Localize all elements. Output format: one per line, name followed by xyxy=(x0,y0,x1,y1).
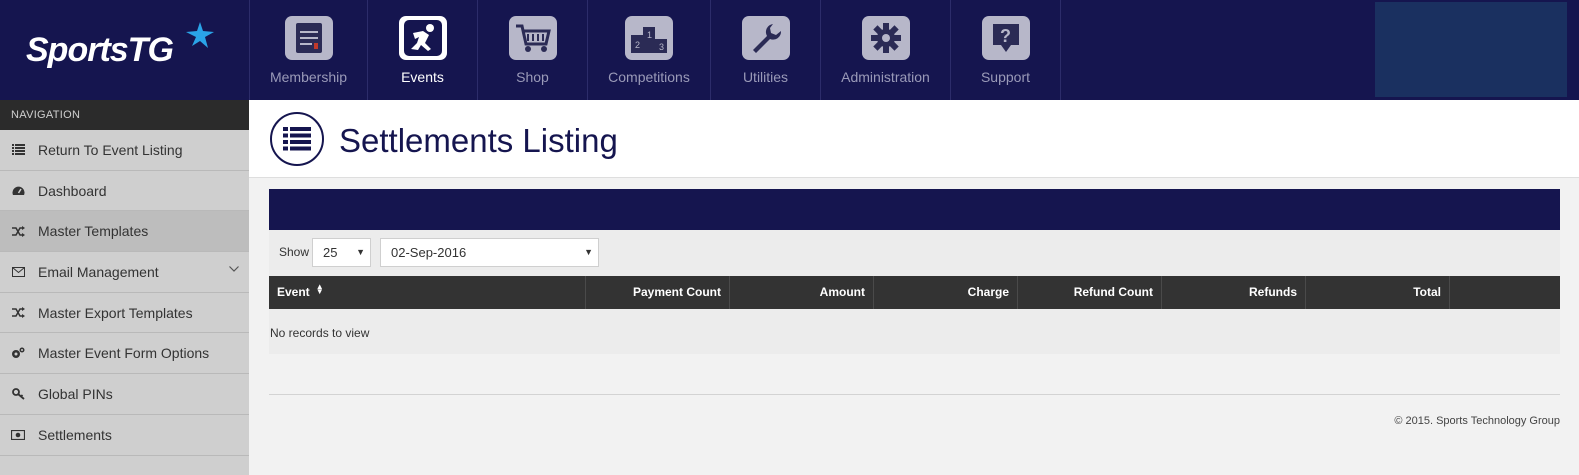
nav-label: Administration xyxy=(841,69,930,85)
main-content: Settlements Listing Show 25 ▼ 02-Sep-201… xyxy=(249,100,1579,475)
wrench-icon xyxy=(741,16,790,60)
sidebar-item-label: Master Templates xyxy=(38,223,149,240)
sidebar-item-master-event-form-options[interactable]: Master Event Form Options xyxy=(0,333,249,375)
membership-icon xyxy=(284,16,333,60)
money-icon xyxy=(11,428,25,442)
logo-text: SportsTG xyxy=(26,30,174,69)
svg-text:3: 3 xyxy=(659,42,664,52)
sidebar: NAVIGATION Return To Event Listing Dashb… xyxy=(0,100,249,475)
sidebar-header: NAVIGATION xyxy=(0,100,249,130)
sidebar-item-master-templates[interactable]: Master Templates xyxy=(0,211,249,253)
page-size-select[interactable]: 25 ▼ xyxy=(312,238,371,267)
main-nav: Membership Events Shop 213 Competitions xyxy=(249,0,1061,100)
list-icon xyxy=(270,112,324,166)
empty-message: No records to view xyxy=(270,326,370,340)
column-label: Payment Count xyxy=(632,285,721,299)
sidebar-item-label: Return To Event Listing xyxy=(38,141,183,158)
caret-down-icon: ▼ xyxy=(584,247,593,257)
nav-shop[interactable]: Shop xyxy=(478,0,588,100)
table-empty-row: No records to view xyxy=(269,309,1560,354)
sidebar-item-label: Master Export Templates xyxy=(38,304,193,321)
sidebar-item-global-pins[interactable]: Global PINs xyxy=(0,374,249,415)
caret-down-icon: ▼ xyxy=(356,247,365,257)
question-icon: ? xyxy=(981,16,1030,60)
column-header-refunds[interactable]: Refunds xyxy=(1162,276,1306,309)
svg-text:?: ? xyxy=(1000,26,1011,46)
nav-utilities[interactable]: Utilities xyxy=(711,0,821,100)
sidebar-item-dashboard[interactable]: Dashboard xyxy=(0,171,249,212)
sidebar-item-label: Global PINs xyxy=(38,385,113,402)
sidebar-item-label: Dashboard xyxy=(38,182,107,199)
chevron-down-icon[interactable] xyxy=(229,266,239,272)
shuffle-icon xyxy=(11,224,25,238)
sidebar-item-email-management[interactable]: Email Management xyxy=(0,252,249,293)
page-size-value: 25 xyxy=(323,245,338,260)
nav-membership[interactable]: Membership xyxy=(250,0,368,100)
column-label: Amount xyxy=(819,285,865,299)
svg-text:2: 2 xyxy=(635,40,640,50)
nav-events[interactable]: Events xyxy=(368,0,478,100)
user-panel xyxy=(1375,2,1567,97)
sidebar-item-return-to-event-listing[interactable]: Return To Event Listing xyxy=(0,130,249,171)
dashboard-icon xyxy=(11,184,25,198)
nav-label: Shop xyxy=(516,69,549,85)
shuffle-icon xyxy=(11,306,25,320)
date-value: 02-Sep-2016 xyxy=(391,245,467,260)
column-label: Refunds xyxy=(1249,285,1297,299)
sidebar-item-label: Master Event Form Options xyxy=(38,345,210,362)
column-label: Charge xyxy=(967,285,1009,299)
show-label: Show xyxy=(279,245,310,259)
footer-copyright: © 2015. Sports Technology Group xyxy=(1394,415,1560,427)
sidebar-item-master-export-templates[interactable]: Master Export Templates xyxy=(0,293,249,334)
table-header: Event ▲ ▼ Payment Count Amount Charge Refu… xyxy=(269,276,1560,309)
cogs-icon xyxy=(11,346,25,360)
column-header-payment-count[interactable]: Payment Count xyxy=(586,276,730,309)
sportstg-logo[interactable]: SportsTG xyxy=(0,0,249,100)
podium-icon: 213 xyxy=(625,16,673,60)
envelope-icon xyxy=(11,265,25,279)
nav-competitions[interactable]: 213 Competitions xyxy=(588,0,711,100)
nav-support[interactable]: ? Support xyxy=(951,0,1061,100)
gear-icon xyxy=(861,16,910,60)
nav-label: Membership xyxy=(269,69,348,85)
shopping-cart-icon xyxy=(508,16,557,60)
page-title: Settlements Listing xyxy=(339,122,618,159)
top-navigation-bar: SportsTG Membership Events Shop 2 1 3 Co… xyxy=(0,0,1579,100)
svg-text:1: 1 xyxy=(647,30,652,40)
logo-star-icon xyxy=(186,22,214,48)
table-controls: Show 25 ▼ 02-Sep-2016 ▼ xyxy=(269,230,1560,276)
column-header-charge[interactable]: Charge xyxy=(874,276,1018,309)
column-label: Total xyxy=(1413,285,1441,299)
list-icon xyxy=(11,143,25,157)
title-bar: Settlements Listing xyxy=(249,100,1579,178)
column-label: Refund Count xyxy=(1073,285,1153,299)
key-icon xyxy=(11,387,25,401)
nav-label: Utilities xyxy=(742,69,789,85)
column-header-refund-count[interactable]: Refund Count xyxy=(1018,276,1162,309)
sidebar-item-label: Email Management xyxy=(38,263,159,280)
column-header-event[interactable]: Event ▲ ▼ xyxy=(269,276,586,309)
nav-label: Competitions xyxy=(608,69,690,85)
sidebar-item-settlements[interactable]: Settlements xyxy=(0,415,249,456)
date-select[interactable]: 02-Sep-2016 ▼ xyxy=(380,238,599,267)
table-banner xyxy=(269,189,1560,230)
column-header-amount[interactable]: Amount xyxy=(730,276,874,309)
nav-label: Events xyxy=(401,69,444,85)
sort-icon: ▲ ▼ xyxy=(315,282,324,296)
nav-label: Support xyxy=(980,69,1031,85)
footer-divider xyxy=(269,394,1560,395)
events-runner-icon xyxy=(398,16,447,60)
column-label: Event xyxy=(277,285,310,299)
column-header-total[interactable]: Total xyxy=(1306,276,1450,309)
nav-administration[interactable]: Administration xyxy=(821,0,951,100)
sidebar-item-label: Settlements xyxy=(38,426,112,443)
